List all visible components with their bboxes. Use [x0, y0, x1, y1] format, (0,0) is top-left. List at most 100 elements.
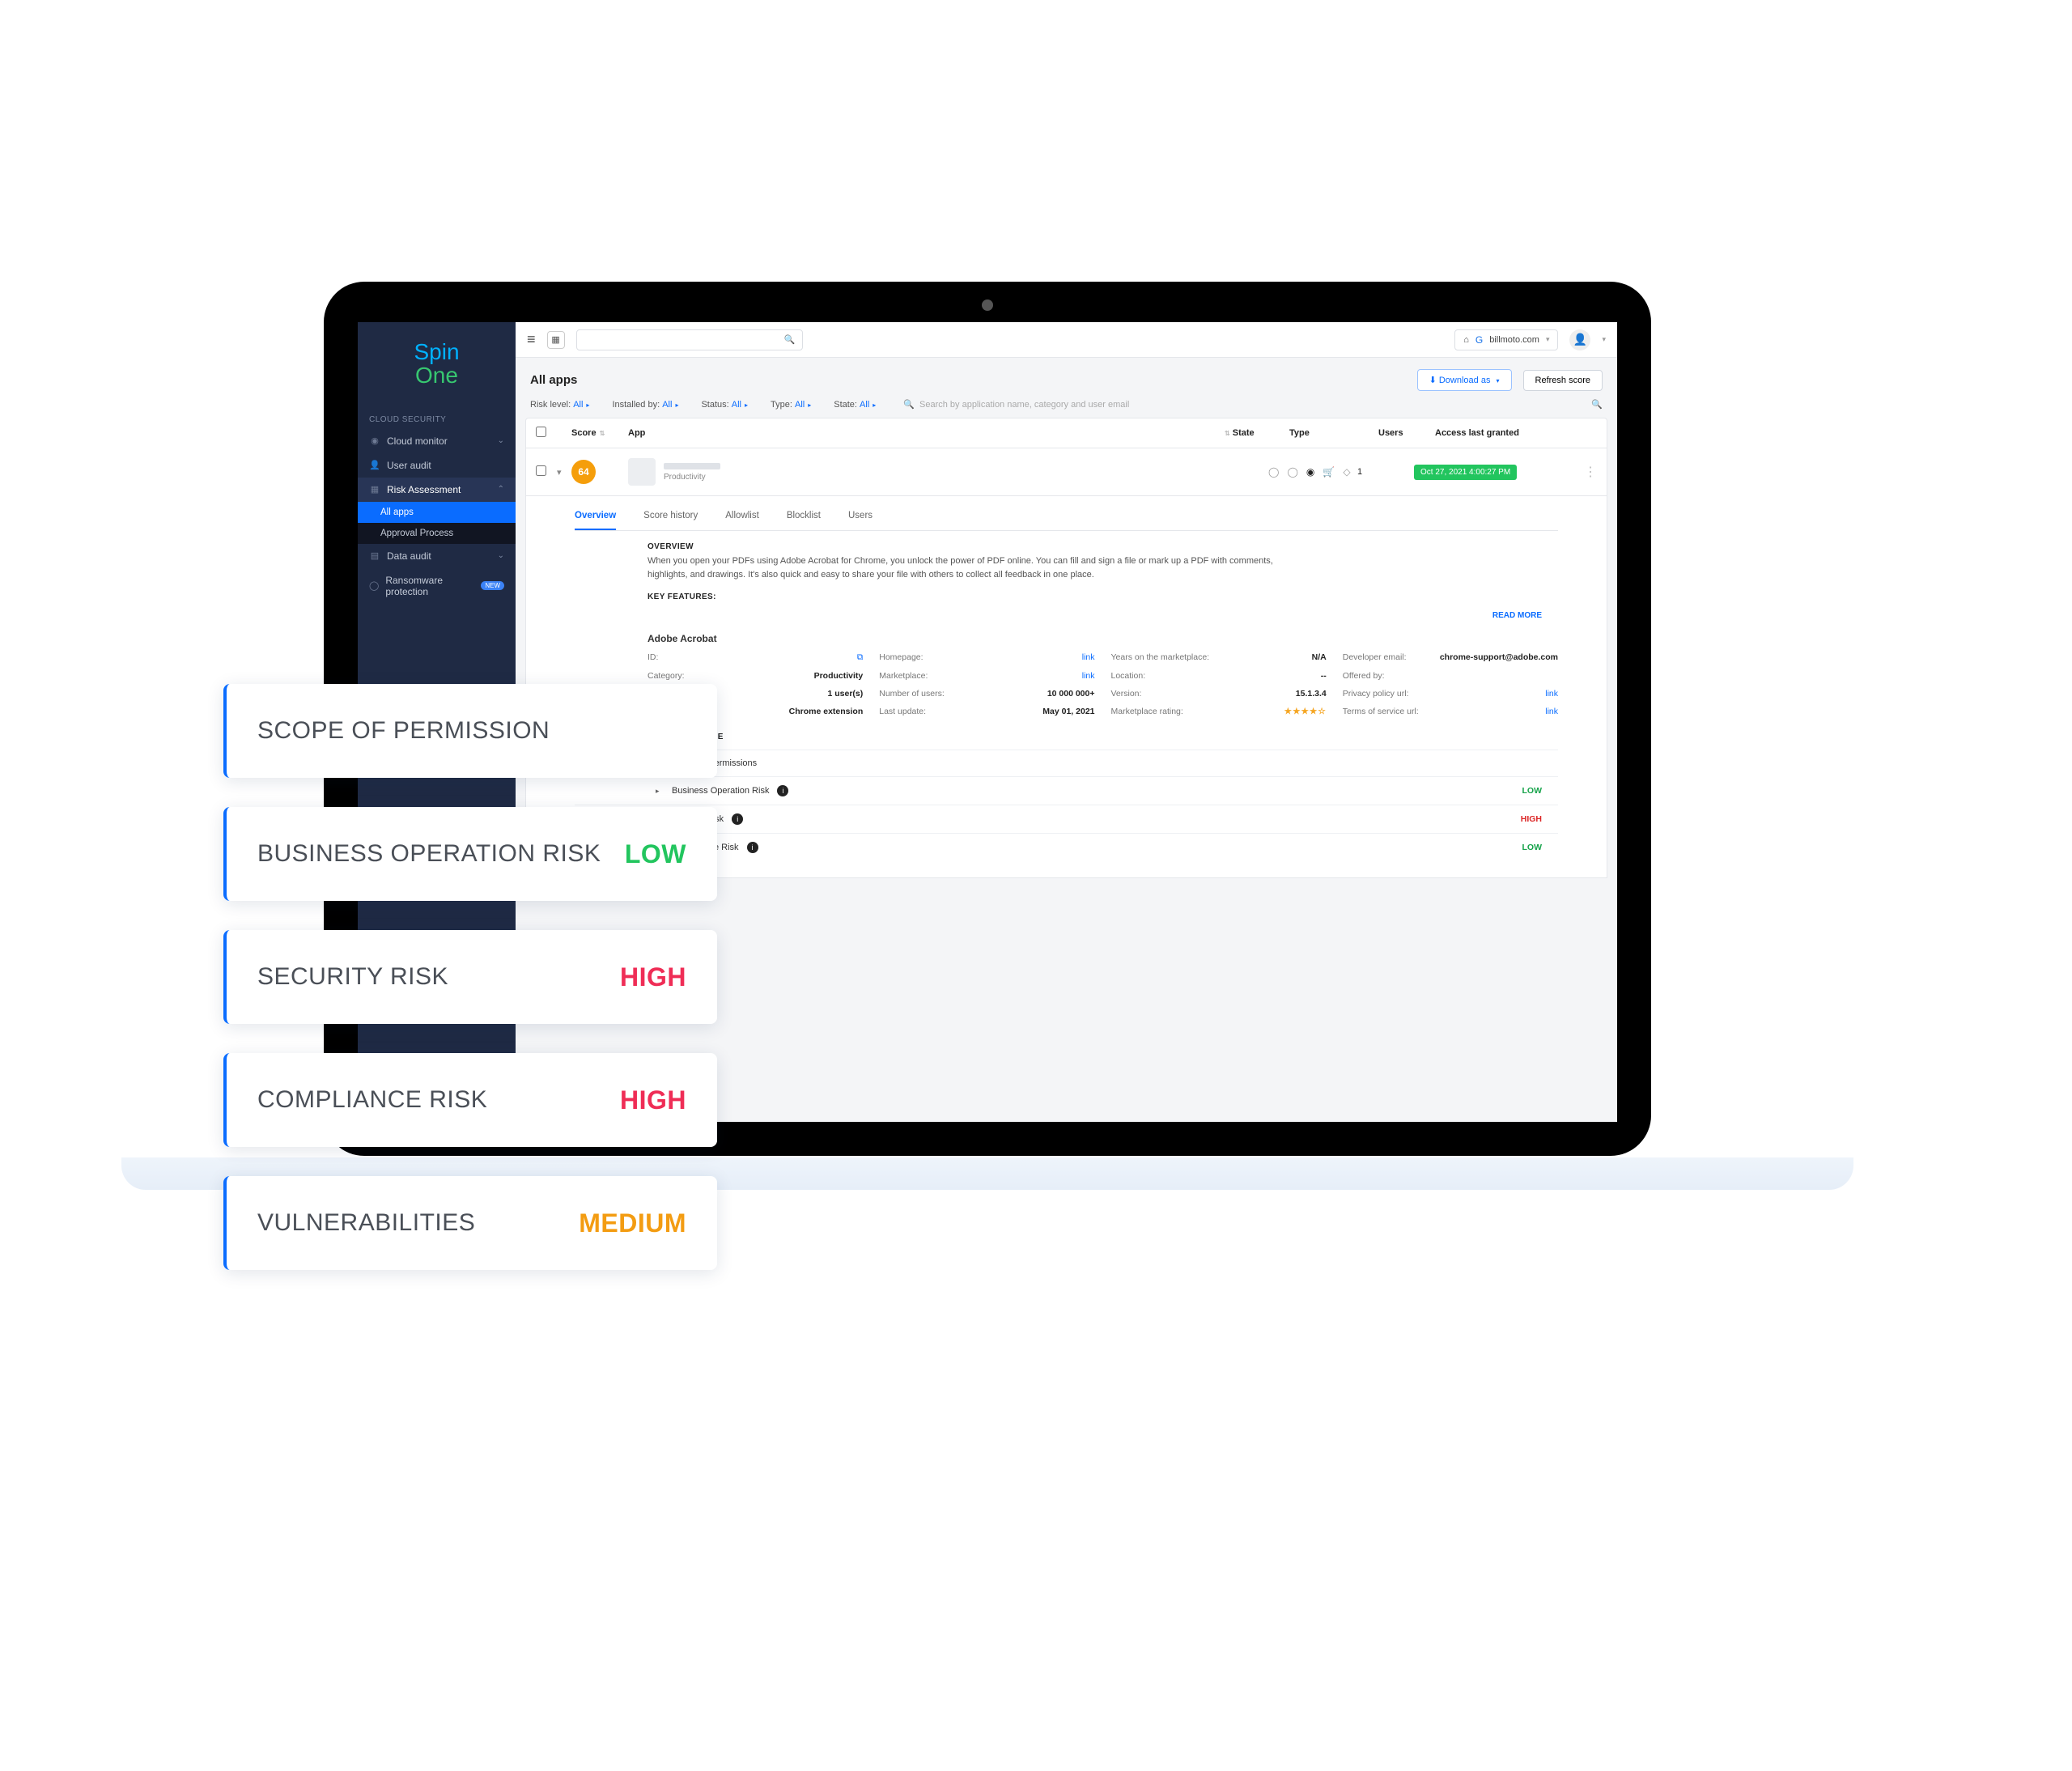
- sidebar-label: Risk Assessment: [387, 484, 461, 495]
- sidebar-label: User audit: [387, 460, 431, 471]
- security-risk-row[interactable]: ▸ Security Risk i HIGH: [575, 805, 1558, 833]
- chevron-down-icon: ▾: [1546, 335, 1550, 344]
- user-avatar[interactable]: 👤: [1569, 329, 1590, 350]
- sort-icon: ⇅: [600, 430, 605, 437]
- app-category: Productivity: [664, 473, 720, 482]
- download-label: Download as: [1439, 376, 1491, 385]
- sort-icon: ⇅: [1225, 430, 1230, 437]
- marketplace-link[interactable]: link: [1082, 671, 1095, 681]
- topbar: ≡ ▦ 🔍 ⌂ G billmoto.com ▾ 👤 ▾: [516, 322, 1617, 358]
- android-icon: ◇: [1343, 466, 1350, 478]
- sidebar-label: Cloud monitor: [387, 435, 448, 447]
- sidebar-sub-approval-process[interactable]: Approval Process: [358, 523, 516, 544]
- type-icons: ◯ ◯ ◉ 🛒 ◇: [1268, 466, 1357, 478]
- filter-state[interactable]: State: All▸: [834, 400, 876, 410]
- search-icon: 🔍: [903, 399, 915, 410]
- developer-email: chrome-support@adobe.com: [1440, 652, 1558, 663]
- cart-icon: 🛒: [1323, 466, 1335, 478]
- sidebar-item-data-audit[interactable]: ▤ Data audit ⌄: [358, 544, 516, 568]
- sidebar-item-risk-assessment[interactable]: ▦ Risk Assessment ⌃: [358, 478, 516, 502]
- risk-level: LOW: [1522, 843, 1543, 852]
- card-vulnerabilities: VULNERABILITIES MEDIUM: [223, 1176, 717, 1270]
- tab-users[interactable]: Users: [848, 503, 873, 530]
- search-icon[interactable]: 🔍: [1591, 399, 1603, 410]
- user-icon: 👤: [369, 460, 380, 470]
- col-app[interactable]: App: [628, 428, 1225, 438]
- privacy-link[interactable]: link: [1545, 689, 1558, 699]
- row-checkbox[interactable]: [536, 465, 546, 476]
- filter-risk-level[interactable]: Risk level: All▸: [530, 400, 589, 410]
- expand-toggle[interactable]: ▾: [557, 467, 571, 478]
- filter-type[interactable]: Type: All▸: [771, 400, 811, 410]
- risk-level: MEDIUM: [579, 1208, 686, 1238]
- shield-icon: ◯: [369, 580, 379, 591]
- spec-grid: ID:⧉ Homepage:link Years on the marketpl…: [575, 652, 1558, 728]
- grid-icon: ▦: [369, 484, 380, 495]
- hamburger-icon[interactable]: ≡: [527, 331, 536, 348]
- tos-link[interactable]: link: [1545, 707, 1558, 716]
- scope-permissions-row[interactable]: ▸ Scope of permissions: [575, 750, 1558, 776]
- search-placeholder: Search by application name, category and…: [919, 400, 1129, 410]
- chevron-up-icon: ⌃: [498, 485, 504, 494]
- info-icon[interactable]: i: [777, 785, 788, 796]
- read-more-link[interactable]: READ MORE: [575, 609, 1558, 628]
- sidebar-label: Data audit: [387, 550, 431, 562]
- col-state[interactable]: ⇅ State: [1225, 428, 1289, 438]
- tab-blocklist[interactable]: Blocklist: [787, 503, 821, 530]
- sidebar-item-ransomware[interactable]: ◯ Ransomware protection NEW: [358, 568, 516, 604]
- sidebar-sub-all-apps[interactable]: All apps: [358, 502, 516, 523]
- sidebar-item-user-audit[interactable]: 👤 User audit: [358, 453, 516, 478]
- risk-level: LOW: [1522, 786, 1543, 796]
- copy-icon[interactable]: ⧉: [857, 652, 864, 663]
- page-titlebar: All apps ⬇ Download as ▾ Refresh score: [516, 358, 1617, 391]
- users-count: 1: [1357, 467, 1414, 477]
- sidebar-section-title: CLOUD SECURITY: [358, 407, 516, 429]
- risk-level: HIGH: [620, 962, 686, 992]
- sidebar-label: Ransomware protection: [385, 575, 469, 597]
- search-icon: 🔍: [784, 334, 796, 345]
- table-search-input[interactable]: 🔍 Search by application name, category a…: [903, 399, 1129, 410]
- tab-score-history[interactable]: Score history: [643, 503, 698, 530]
- brand-logo: Spin One: [358, 322, 516, 407]
- user-menu-chevron-icon[interactable]: ▾: [1602, 335, 1606, 344]
- score-badge: 64: [571, 460, 596, 484]
- card-scope-permission: SCOPE OF PERMISSION: [223, 684, 717, 778]
- tab-overview[interactable]: Overview: [575, 503, 616, 530]
- sidebar-item-cloud-monitor[interactable]: ◉ Cloud monitor ⌄: [358, 429, 516, 453]
- overview-body: When you open your PDFs using Adobe Acro…: [648, 554, 1311, 581]
- detail-tabs: Overview Score history Allowlist Blockli…: [575, 503, 1558, 531]
- filter-installed-by[interactable]: Installed by: All▸: [612, 400, 678, 410]
- download-as-button[interactable]: ⬇ Download as ▾: [1417, 369, 1512, 391]
- compliance-risk-row[interactable]: ▸ Compliance Risk i LOW: [575, 833, 1558, 861]
- globe-icon: ◉: [369, 435, 380, 446]
- table-header: Score⇅ App ⇅ State Type Users Access las…: [525, 418, 1607, 448]
- info-icon[interactable]: i: [747, 842, 758, 853]
- document-icon: ▤: [369, 550, 380, 561]
- refresh-score-button[interactable]: Refresh score: [1523, 370, 1603, 391]
- row-more-menu[interactable]: ⋮: [1584, 464, 1597, 480]
- new-badge: NEW: [481, 581, 504, 590]
- global-search-input[interactable]: 🔍: [576, 329, 803, 350]
- col-type[interactable]: Type: [1289, 428, 1378, 438]
- google-icon: G: [1475, 334, 1483, 346]
- card-business-operation-risk: BUSINESS OPERATION RISK LOW: [223, 807, 717, 901]
- domain-selector[interactable]: ⌂ G billmoto.com ▾: [1454, 329, 1558, 350]
- info-icon[interactable]: i: [732, 813, 743, 825]
- col-users[interactable]: Users: [1378, 428, 1435, 438]
- app-icon: [628, 458, 656, 486]
- filter-status[interactable]: Status: All▸: [701, 400, 748, 410]
- brand-line1: Spin: [358, 340, 516, 363]
- col-access[interactable]: Access last granted: [1435, 428, 1597, 438]
- overview-heading: OVERVIEW: [648, 542, 1558, 551]
- download-icon: ⬇: [1429, 376, 1437, 385]
- apps-grid-icon[interactable]: ▦: [547, 331, 565, 349]
- rating-stars: ★★★★☆: [1284, 707, 1327, 716]
- col-score[interactable]: Score⇅: [571, 428, 628, 438]
- homepage-link[interactable]: link: [1082, 652, 1095, 663]
- business-risk-row[interactable]: ▸ Business Operation Risk i LOW: [575, 776, 1558, 805]
- tab-allowlist[interactable]: Allowlist: [725, 503, 759, 530]
- risk-level: HIGH: [1521, 814, 1542, 824]
- select-all-checkbox[interactable]: [536, 427, 546, 437]
- card-security-risk: SECURITY RISK HIGH: [223, 930, 717, 1024]
- chevron-down-icon: ⌄: [498, 551, 504, 560]
